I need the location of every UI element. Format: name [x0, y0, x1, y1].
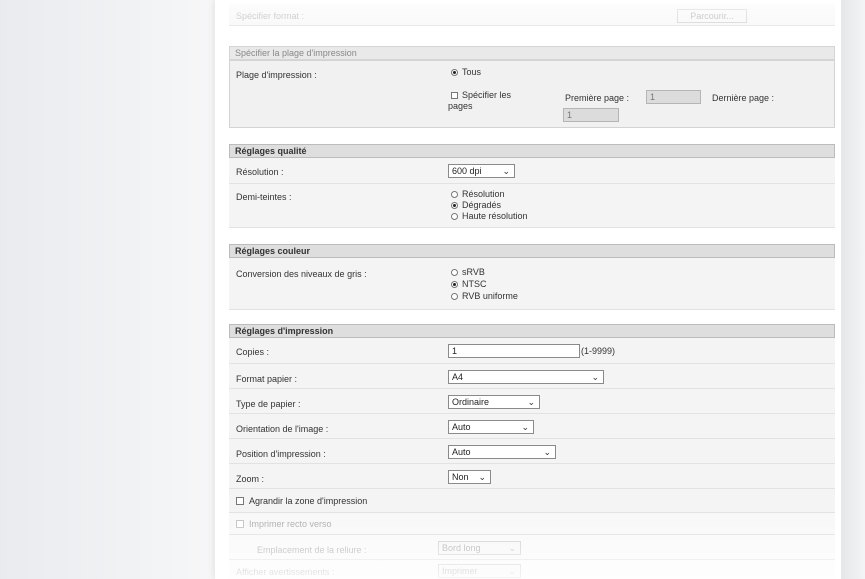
position-value: Auto — [452, 447, 471, 457]
chevron-down-icon: ⌄ — [478, 472, 486, 482]
last-page-input[interactable]: 1 — [563, 108, 619, 122]
paper-type-label: Type de papier : — [236, 399, 301, 409]
left-background — [0, 0, 215, 579]
resolution-select[interactable]: 600 dpi ⌄ — [448, 164, 515, 178]
binding-value: Bord long — [442, 543, 481, 553]
orientation-select[interactable]: Auto ⌄ — [448, 420, 534, 434]
zoom-select[interactable]: Non ⌄ — [448, 470, 491, 484]
gray-row — [229, 258, 835, 310]
halftone-label: Demi-teintes : — [236, 192, 292, 202]
gray-option-1: NTSC — [462, 279, 487, 289]
first-page-label: Première page : — [565, 93, 630, 103]
chevron-down-icon: ⌄ — [527, 397, 535, 407]
color-header: Réglages couleur — [229, 244, 835, 258]
copies-input[interactable]: 1 — [448, 344, 580, 358]
halftone-option-2: Haute résolution — [462, 211, 528, 221]
range-pages-label-2: pages — [448, 101, 473, 111]
zoom-label: Zoom : — [236, 474, 265, 484]
range-all-label: Tous — [462, 67, 482, 77]
paper-format-label: Format papier : — [236, 374, 298, 384]
gray-option-0: sRVB — [462, 267, 485, 277]
resolution-label: Résolution : — [236, 167, 284, 177]
warnings-value: Imprimer — [442, 566, 478, 576]
duplex-label: Imprimer recto verso — [249, 519, 332, 529]
resolution-row — [229, 158, 835, 184]
paper-format-value: A4 — [452, 372, 464, 382]
orientation-label: Orientation de l'image : — [236, 424, 329, 434]
paper-format-select[interactable]: A4 ⌄ — [448, 370, 604, 384]
copies-range: (1-9999) — [581, 346, 616, 356]
halftone-row — [229, 184, 835, 228]
gray-srgb-radio[interactable] — [451, 269, 458, 276]
print-range-header: Spécifier la plage d'impression — [229, 46, 835, 60]
enlarge-label: Agrandir la zone d'impression — [249, 496, 368, 506]
paper-type-select[interactable]: Ordinaire ⌄ — [448, 395, 540, 409]
warnings-select[interactable]: Imprimer ⌄ — [438, 564, 521, 578]
chevron-down-icon: ⌄ — [591, 372, 599, 382]
orientation-value: Auto — [452, 422, 471, 432]
print-range-label: Plage d'impression : — [236, 70, 317, 80]
halftone-option-1: Dégradés — [462, 200, 502, 210]
warnings-label: Afficher avertissements : — [236, 567, 335, 577]
right-background — [841, 0, 865, 579]
gray-ntsc-radio[interactable] — [451, 281, 458, 288]
position-select[interactable]: Auto ⌄ — [448, 445, 556, 459]
binding-label: Emplacement de la reliure : — [257, 545, 367, 555]
halftone-option-0: Résolution — [462, 189, 505, 199]
copies-label: Copies : — [236, 347, 270, 357]
duplex-checkbox[interactable] — [236, 520, 244, 528]
format-label: Spécifier format : — [236, 11, 305, 21]
halftone-high-radio[interactable] — [451, 213, 458, 220]
chevron-down-icon: ⌄ — [508, 543, 516, 553]
range-pages-label-1: Spécifier les — [462, 90, 512, 100]
first-page-input[interactable]: 1 — [646, 90, 701, 104]
print-settings-header: Réglages d'impression — [229, 324, 835, 338]
zoom-value: Non — [452, 472, 469, 482]
gray-uniform-radio[interactable] — [451, 293, 458, 300]
position-label: Position d'impression : — [236, 449, 326, 459]
binding-select[interactable]: Bord long ⌄ — [438, 541, 521, 555]
browse-button[interactable]: Parcourir... — [677, 9, 747, 23]
chevron-down-icon: ⌄ — [543, 447, 551, 457]
halftone-gradient-radio[interactable] — [451, 202, 458, 209]
gray-label: Conversion des niveaux de gris : — [236, 269, 367, 279]
resolution-value: 600 dpi — [452, 166, 482, 176]
last-page-label: Dernière page : — [712, 93, 775, 103]
range-all-radio[interactable] — [451, 69, 458, 76]
gray-option-2: RVB uniforme — [462, 291, 518, 301]
zoom-row — [229, 464, 835, 489]
chevron-down-icon: ⌄ — [502, 166, 510, 176]
range-pages-radio[interactable] — [451, 92, 458, 99]
enlarge-checkbox[interactable] — [236, 497, 244, 505]
quality-header: Réglages qualité — [229, 144, 835, 158]
chevron-down-icon: ⌄ — [508, 566, 516, 576]
halftone-resolution-radio[interactable] — [451, 191, 458, 198]
chevron-down-icon: ⌄ — [521, 422, 529, 432]
paper-type-value: Ordinaire — [452, 397, 490, 407]
